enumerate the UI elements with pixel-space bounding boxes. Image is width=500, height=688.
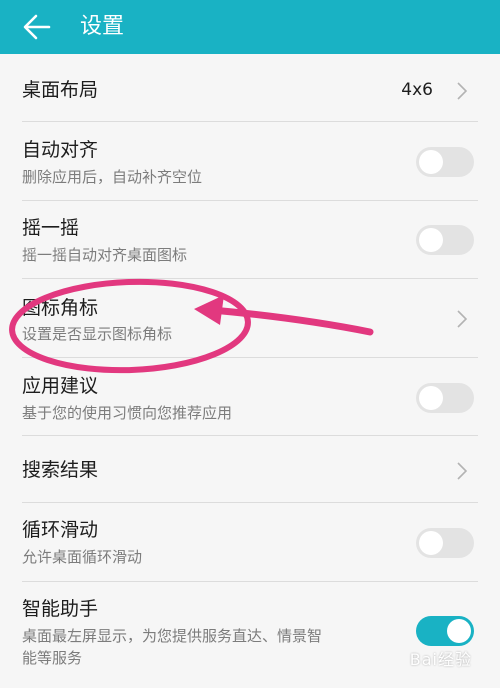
loop-scroll-toggle[interactable] bbox=[416, 528, 474, 558]
setting-auto-align[interactable]: 自动对齐 删除应用后，自动补齐空位 bbox=[0, 122, 500, 201]
arrow-left-icon[interactable] bbox=[22, 12, 52, 42]
setting-value: 4x6 bbox=[401, 80, 433, 100]
page-title: 设置 bbox=[80, 14, 125, 39]
setting-smart-assistant[interactable]: 智能助手 桌面最左屏显示，为您提供服务直达、情景智 能等服务 bbox=[0, 582, 500, 688]
setting-title: 摇一摇 bbox=[22, 217, 80, 239]
shake-toggle[interactable] bbox=[416, 225, 474, 255]
toggle-knob bbox=[419, 531, 443, 555]
setting-subtitle: 删除应用后，自动补齐空位 bbox=[22, 168, 203, 186]
toggle-knob bbox=[419, 386, 443, 410]
toggle-knob bbox=[419, 150, 443, 174]
setting-loop-scroll[interactable]: 循环滑动 允许桌面循环滑动 bbox=[0, 503, 500, 582]
setting-title: 自动对齐 bbox=[22, 139, 99, 161]
toggle-knob bbox=[419, 228, 443, 252]
setting-shake[interactable]: 摇一摇 摇一摇自动对齐桌面图标 bbox=[0, 201, 500, 279]
setting-title: 循环滑动 bbox=[22, 519, 99, 541]
app-header: 设置 bbox=[0, 0, 500, 54]
setting-subtitle: 允许桌面循环滑动 bbox=[22, 548, 143, 566]
smart-assistant-toggle[interactable] bbox=[416, 616, 474, 646]
setting-subtitle-line2: 能等服务 bbox=[22, 649, 83, 667]
setting-title: 应用建议 bbox=[22, 375, 99, 397]
setting-icon-badge[interactable]: 图标角标 设置是否显示图标角标 bbox=[0, 279, 500, 358]
chevron-right-icon bbox=[457, 82, 468, 100]
setting-subtitle: 摇一摇自动对齐桌面图标 bbox=[22, 246, 188, 264]
setting-title: 桌面布局 bbox=[22, 79, 99, 101]
chevron-right-icon bbox=[457, 462, 468, 480]
setting-app-suggestions[interactable]: 应用建议 基于您的使用习惯向您推荐应用 bbox=[0, 358, 500, 436]
setting-title: 搜索结果 bbox=[22, 459, 99, 481]
setting-subtitle: 设置是否显示图标角标 bbox=[22, 325, 173, 343]
setting-title: 智能助手 bbox=[22, 598, 99, 620]
toggle-knob bbox=[447, 619, 471, 643]
auto-align-toggle[interactable] bbox=[416, 147, 474, 177]
setting-subtitle: 基于您的使用习惯向您推荐应用 bbox=[22, 404, 233, 422]
watermark: Bai经验 bbox=[409, 650, 472, 669]
chevron-right-icon bbox=[457, 310, 468, 328]
setting-title: 图标角标 bbox=[22, 297, 99, 319]
setting-desktop-layout[interactable]: 桌面布局 4x6 bbox=[0, 54, 500, 122]
app-suggestions-toggle[interactable] bbox=[416, 383, 474, 413]
setting-subtitle: 桌面最左屏显示，为您提供服务直达、情景智 bbox=[22, 627, 323, 645]
setting-search-results[interactable]: 搜索结果 bbox=[0, 436, 500, 503]
